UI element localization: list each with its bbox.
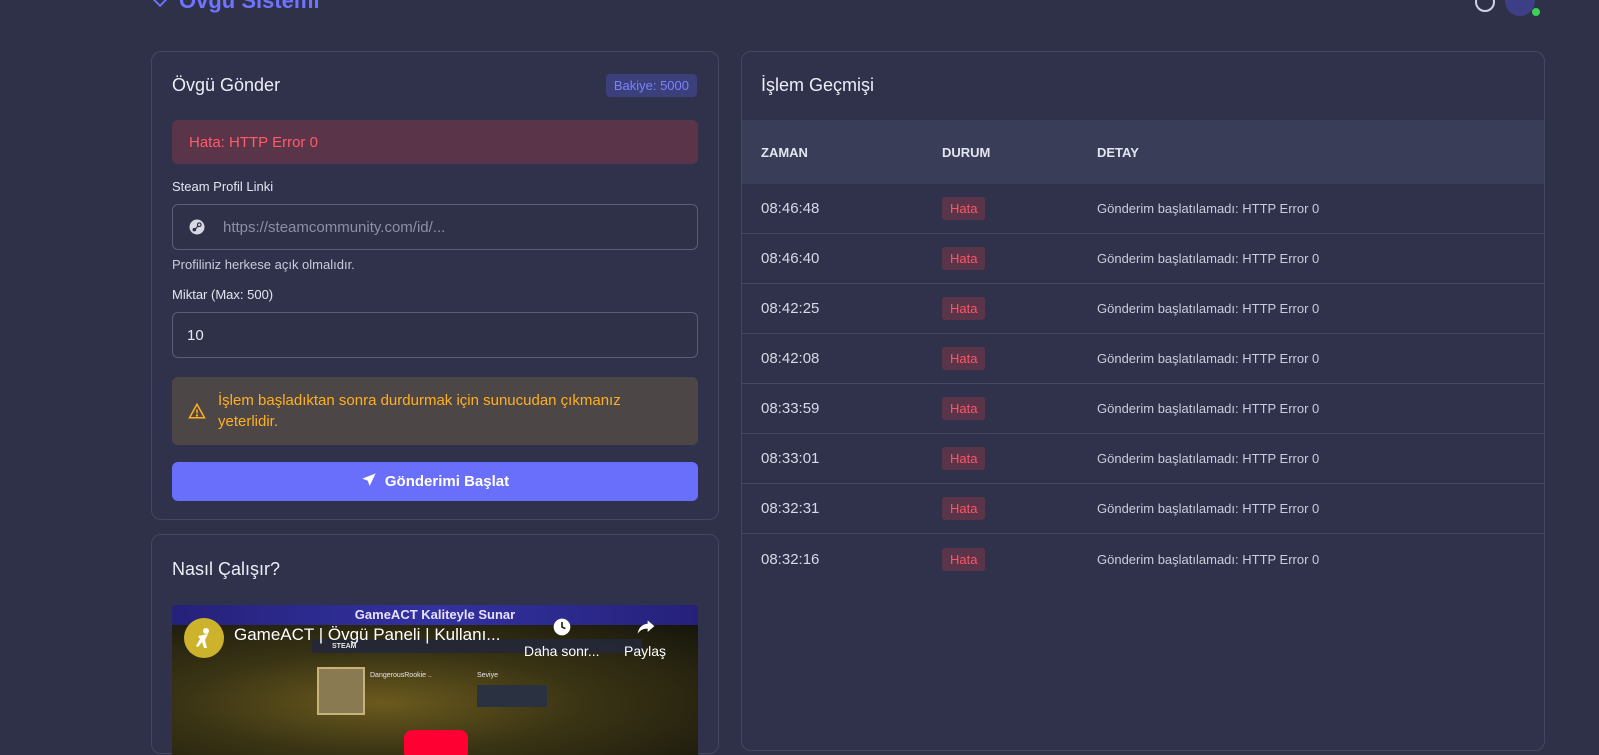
- avatar[interactable]: [1505, 0, 1535, 16]
- amount-field: [172, 312, 698, 358]
- clock-icon: [552, 617, 572, 637]
- channel-logo-icon[interactable]: [184, 618, 224, 658]
- start-sending-button[interactable]: Gönderimi Başlat: [172, 462, 698, 501]
- amount-input[interactable]: [173, 312, 697, 358]
- brand-logo[interactable]: Övgü Sistemi: [151, 0, 320, 14]
- status-badge: Hata: [942, 547, 986, 571]
- warning-triangle-icon: [188, 402, 206, 420]
- table-row: 08:33:59 Hata Gönderim başlatılamadı: HT…: [742, 384, 1544, 434]
- error-alert: Hata: HTTP Error 0: [172, 120, 698, 164]
- send-card-title: Övgü Gönder: [172, 75, 281, 95]
- column-header-time: ZAMAN: [761, 144, 808, 160]
- table-row: 08:32:31 Hata Gönderim başlatılamadı: HT…: [742, 484, 1544, 534]
- top-header: Övgü Sistemi: [0, 0, 1599, 40]
- transaction-history-card: İşlem Geçmişi ZAMAN DURUM DETAY 08:46:48…: [741, 51, 1545, 751]
- column-header-status: DURUM: [942, 144, 991, 160]
- brand-title: Övgü Sistemi: [179, 0, 320, 13]
- row-detail: Gönderim başlatılamadı: HTTP Error 0: [1097, 551, 1320, 567]
- row-detail: Gönderim başlatılamadı: HTTP Error 0: [1097, 351, 1320, 366]
- how-card-title: Nasıl Çalışır?: [172, 559, 281, 579]
- amount-label: Miktar (Max: 500): [172, 287, 274, 302]
- history-table: ZAMAN DURUM DETAY 08:46:48 Hata Gönderim…: [742, 120, 1544, 584]
- status-badge: Hata: [942, 197, 986, 220]
- video-banner: GameACT Kaliteyle Sunar: [172, 605, 698, 625]
- table-row: 08:42:08 Hata Gönderim başlatılamadı: HT…: [742, 334, 1544, 384]
- video-side-panel: [477, 685, 547, 707]
- profile-hint: Profiliniz herkese açık olmalıdır.: [172, 257, 355, 272]
- row-detail: Gönderim başlatılamadı: HTTP Error 0: [1097, 201, 1320, 216]
- share-label: Paylaş: [624, 643, 667, 659]
- video-profile-name: DangerousRookie ..: [370, 672, 432, 679]
- profile-link-field: [172, 204, 698, 250]
- video-level-label: Seviye: [477, 672, 499, 679]
- profile-link-input[interactable]: [221, 204, 697, 250]
- steam-icon: [187, 217, 207, 237]
- status-badge: Hata: [942, 497, 986, 520]
- status-badge: Hata: [942, 247, 986, 270]
- status-badge: Hata: [942, 297, 986, 320]
- balance-badge: Bakiye: 5000: [605, 74, 697, 97]
- row-detail: Gönderim başlatılamadı: HTTP Error 0: [1097, 401, 1320, 416]
- share-icon: [635, 617, 655, 637]
- table-row: 08:42:25 Hata Gönderim başlatılamadı: HT…: [742, 284, 1544, 334]
- paper-plane-icon: [361, 472, 377, 492]
- error-message: Hata: HTTP Error 0: [189, 133, 318, 151]
- profile-link-label: Steam Profil Linki: [172, 179, 274, 194]
- row-detail: Gönderim başlatılamadı: HTTP Error 0: [1097, 251, 1320, 266]
- watch-later-button[interactable]: Daha sonr...: [524, 617, 600, 659]
- send-praise-card: Övgü Gönder Bakiye: 5000 Hata: HTTP Erro…: [151, 51, 719, 520]
- row-time: 08:33:01: [761, 450, 820, 467]
- help-circle-icon[interactable]: [1475, 0, 1495, 12]
- video-title[interactable]: GameACT | Övgü Paneli | Kullanı...: [234, 625, 509, 645]
- row-detail: Gönderim başlatılamadı: HTTP Error 0: [1097, 301, 1320, 316]
- how-it-works-card: Nasıl Çalışır? GameACT Kaliteyle Sunar S…: [151, 534, 719, 755]
- row-detail: Gönderim başlatılamadı: HTTP Error 0: [1097, 451, 1320, 466]
- online-status-dot: [1532, 8, 1540, 16]
- video-profile-picture: [317, 667, 365, 715]
- table-row: 08:33:01 Hata Gönderim başlatılamadı: HT…: [742, 434, 1544, 484]
- history-card-title: İşlem Geçmişi: [761, 75, 875, 95]
- row-time: 08:46:48: [761, 200, 820, 217]
- heart-icon: [151, 0, 169, 14]
- row-time: 08:42:25: [761, 300, 820, 317]
- video-player[interactable]: GameACT Kaliteyle Sunar STEAM DangerousR…: [172, 605, 698, 755]
- watch-later-label: Daha sonr...: [524, 643, 600, 659]
- table-row: 08:32:16 Hata Gönderim başlatılamadı: HT…: [742, 534, 1544, 584]
- status-badge: Hata: [942, 347, 986, 370]
- status-badge: Hata: [942, 397, 986, 420]
- warning-alert: İşlem başladıktan sonra durdurmak için s…: [172, 377, 698, 445]
- warning-text: İşlem başladıktan sonra durdurmak için s…: [218, 392, 621, 430]
- table-row: 08:46:40 Hata Gönderim başlatılamadı: HT…: [742, 234, 1544, 284]
- share-button[interactable]: Paylaş: [624, 617, 666, 659]
- status-badge: Hata: [942, 447, 986, 470]
- row-time: 08:32:16: [761, 550, 820, 568]
- table-row: 08:46:48 Hata Gönderim başlatılamadı: HT…: [742, 184, 1544, 234]
- row-time: 08:46:40: [761, 250, 820, 267]
- column-header-detail: DETAY: [1097, 144, 1139, 160]
- row-detail: Gönderim başlatılamadı: HTTP Error 0: [1097, 501, 1320, 516]
- row-time: 08:32:31: [761, 500, 820, 517]
- row-time: 08:33:59: [761, 400, 820, 417]
- table-header: ZAMAN DURUM DETAY: [742, 120, 1544, 184]
- row-time: 08:42:08: [761, 350, 820, 367]
- youtube-play-button[interactable]: [404, 730, 468, 755]
- start-sending-label: Gönderimi Başlat: [384, 473, 510, 490]
